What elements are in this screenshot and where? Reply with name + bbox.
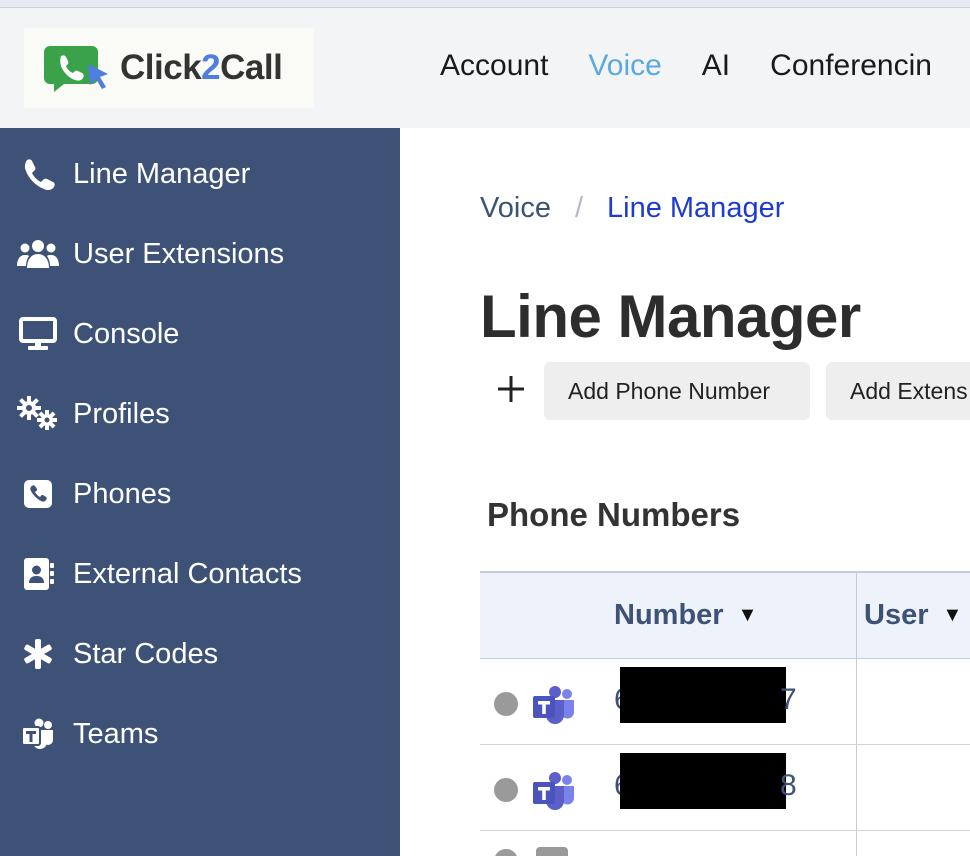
logo-phone-cursor-icon (44, 46, 108, 92)
column-header-user[interactable]: User ▼ (864, 599, 962, 632)
users-icon (16, 232, 60, 276)
table-header: Number ▼ User ▼ (480, 571, 970, 659)
column-header-number[interactable]: Number ▼ (614, 599, 757, 632)
sidebar-item-teams[interactable]: Teams (0, 694, 400, 774)
status-dot-icon (494, 849, 518, 856)
sidebar-item-external-contacts[interactable]: External Contacts (0, 534, 400, 614)
sidebar-item-label: Line Manager (73, 157, 251, 190)
main-content: Voice / Line Manager Line Manager Add Phon… (400, 128, 970, 856)
sidebar-item-label: User Extensions (73, 237, 285, 270)
redaction-box (620, 667, 786, 723)
sidebar-item-label: External Contacts (73, 557, 302, 590)
topnav-ai[interactable]: AI (702, 48, 730, 84)
logo-text: Click2Call (120, 48, 283, 87)
table-row[interactable]: 6 7 (480, 659, 970, 745)
app-logo[interactable]: Click2Call (24, 28, 314, 108)
status-dot-icon (494, 778, 518, 802)
phone-square-icon (16, 472, 60, 516)
topnav-conferencing[interactable]: Conferencin (770, 48, 932, 84)
sidebar-item-label: Teams (73, 717, 159, 750)
sidebar-item-console[interactable]: Console (0, 294, 400, 374)
topnav-account[interactable]: Account (440, 48, 548, 84)
sidebar-item-star-codes[interactable]: Star Codes (0, 614, 400, 694)
sidebar-item-label: Console (73, 317, 180, 350)
sidebar-item-phones[interactable]: Phones (0, 454, 400, 534)
status-dot-icon (494, 692, 518, 716)
teams-icon (533, 686, 574, 724)
add-extension-button[interactable]: Add Extens (826, 362, 970, 420)
number-link-tail[interactable]: 7 (780, 683, 797, 717)
teams-icon (533, 772, 574, 810)
sort-down-icon: ▼ (737, 604, 758, 626)
gears-icon (16, 392, 60, 436)
redaction-box (620, 753, 786, 809)
breadcrumb-current[interactable]: Line Manager (607, 192, 784, 224)
sidebar-item-line-manager[interactable]: Line Manager (0, 134, 400, 214)
page-title: Line Manager (480, 283, 861, 350)
phone-icon (16, 152, 60, 196)
sidebar-item-profiles[interactable]: Profiles (0, 374, 400, 454)
section-title: Phone Numbers (487, 496, 741, 533)
sidebar-item-label: Phones (73, 477, 172, 510)
monitor-icon (16, 312, 60, 356)
teams-icon (16, 712, 60, 756)
sidebar-item-user-extensions[interactable]: User Extensions (0, 214, 400, 294)
table-row[interactable] (480, 831, 970, 856)
sidebar: Line Manager User Extensions Console Pro… (0, 128, 400, 856)
window-top-strip (0, 0, 970, 8)
sidebar-item-label: Profiles (73, 397, 170, 430)
sort-down-icon: ▼ (942, 604, 963, 626)
table-row[interactable]: 6 8 (480, 745, 970, 831)
number-link-tail[interactable]: 8 (780, 769, 797, 803)
plus-icon[interactable] (496, 374, 526, 404)
top-nav: Account Voice AI Conferencin (440, 48, 970, 84)
address-book-icon (16, 552, 60, 596)
breadcrumb-separator: / (574, 192, 584, 224)
top-header: Click2Call Account Voice AI Conferencin (0, 8, 970, 128)
add-phone-number-button[interactable]: Add Phone Number (544, 362, 810, 420)
asterisk-icon (16, 632, 60, 676)
breadcrumb: Voice / Line Manager (480, 192, 784, 225)
breadcrumb-voice-link[interactable]: Voice (480, 192, 551, 224)
generic-line-icon (536, 847, 568, 856)
topnav-voice[interactable]: Voice (588, 48, 661, 84)
sidebar-item-label: Star Codes (73, 637, 219, 670)
